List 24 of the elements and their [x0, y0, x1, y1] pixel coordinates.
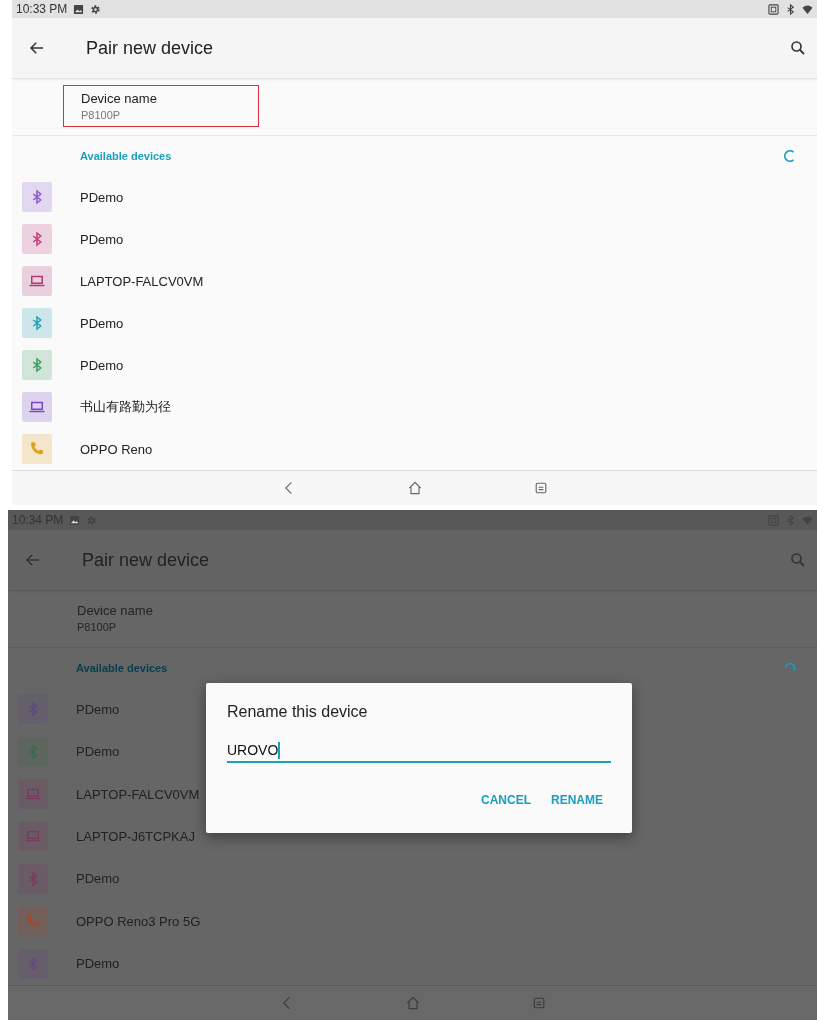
device-name: OPPO Reno: [80, 441, 153, 457]
page-title: Pair new device: [82, 549, 210, 571]
section-title: Available devices: [80, 150, 172, 162]
device-name: OPPO Reno3 Pro 5G: [76, 913, 201, 929]
device-name-value: P8100P: [77, 621, 118, 633]
page-title: Pair new device: [86, 37, 214, 59]
device-name: PDemo: [80, 315, 124, 331]
section-title: Available devices: [76, 662, 168, 674]
device-name: PDemo: [80, 357, 124, 373]
device-name-label: Device name: [81, 91, 158, 106]
device-name: LAPTOP-J6TCPKAJ: [76, 828, 195, 844]
device-name: PDemo: [76, 744, 120, 760]
device-name: PDemo: [76, 956, 120, 972]
device-name: 书山有路勤为径: [80, 398, 171, 416]
device-name: PDemo: [76, 701, 120, 717]
device-name: PDemo: [80, 189, 124, 205]
status-time: 10:33 PM: [16, 2, 68, 16]
device-name: LAPTOP-FALCV0VM: [80, 273, 204, 289]
device-name: PDemo: [80, 231, 124, 247]
device-name-value: P8100P: [81, 109, 122, 121]
device-name-label: Device name: [77, 603, 154, 618]
dialog-title: Rename this device: [227, 703, 369, 721]
device-name: LAPTOP-FALCV0VM: [76, 786, 200, 802]
device-name: PDemo: [76, 871, 120, 887]
